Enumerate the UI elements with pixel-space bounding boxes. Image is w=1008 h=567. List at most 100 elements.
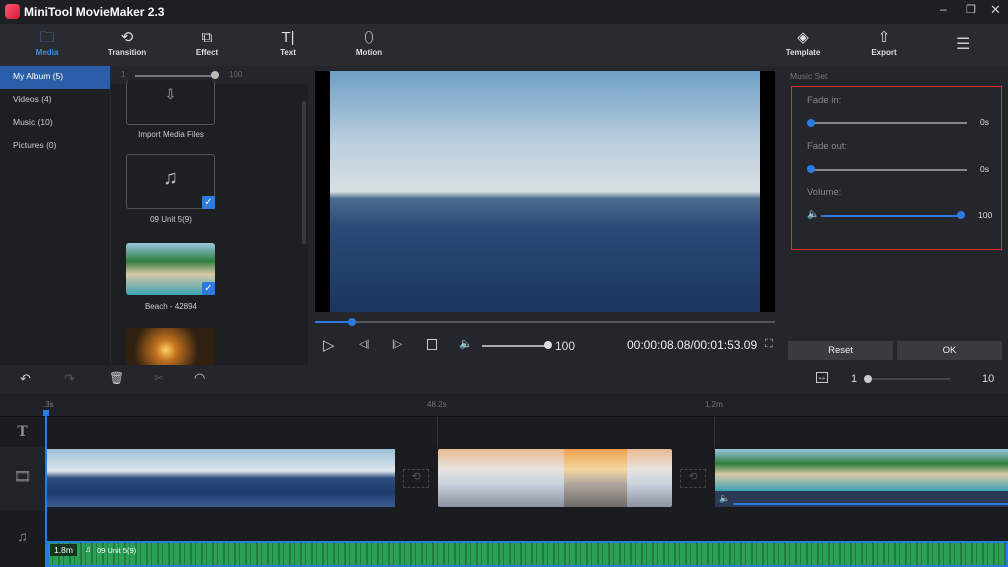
- fade-out-knob[interactable]: [807, 165, 815, 173]
- maximize-button[interactable]: ❐: [966, 3, 976, 16]
- tab-motion[interactable]: ⬯ Motion: [339, 28, 399, 57]
- main-toolbar: 🗀 Media ⟲ Transition ⧉ Effect T| Text ⬯ Motio…: [0, 24, 1008, 66]
- delete-icon[interactable]: 🗑: [109, 371, 124, 385]
- fade-out-slider[interactable]: [810, 169, 967, 171]
- effect-icon: ⧉: [201, 29, 213, 46]
- motion-icon: ⬯: [364, 29, 374, 46]
- split-icon[interactable]: ✂: [154, 371, 164, 385]
- fade-in-knob[interactable]: [807, 119, 815, 127]
- layers-icon: ◈: [797, 29, 809, 46]
- fade-in-value: 0s: [980, 117, 989, 127]
- audio-duration: 1.8m: [50, 544, 77, 556]
- timeline-zoom-max: 10: [982, 373, 995, 385]
- checked-icon: ✓: [202, 282, 215, 295]
- fullscreen-icon[interactable]: ⛶: [765, 338, 773, 351]
- media-caption: Import Media Files: [138, 130, 204, 139]
- import-folder-icon: ⇩: [164, 86, 177, 102]
- slider-knob[interactable]: [211, 71, 219, 79]
- timeline-zoom-knob[interactable]: [864, 375, 872, 383]
- volume-slider[interactable]: [482, 345, 548, 347]
- export-icon: ⇧: [877, 29, 891, 46]
- import-media-button[interactable]: ⇩: [126, 80, 215, 125]
- next-frame-button[interactable]: |▷: [392, 339, 402, 350]
- video-clip-sea[interactable]: [47, 449, 395, 507]
- sidebar-item-my-album[interactable]: My Album (5): [0, 66, 110, 89]
- progress-knob[interactable]: [348, 318, 356, 326]
- fade-in-label: Fade in:: [807, 95, 842, 106]
- fade-in-slider[interactable]: [810, 122, 967, 124]
- video-clip-clouds[interactable]: [438, 449, 672, 507]
- transition-slot[interactable]: ⟲: [403, 469, 429, 488]
- media-item-music[interactable]: ♫ ✓: [126, 154, 215, 209]
- item-count: (0): [46, 140, 57, 150]
- music-volume-value: 100: [978, 210, 993, 220]
- media-caption: Beach - 42894: [144, 302, 198, 311]
- volume-value: 100: [555, 339, 576, 353]
- template-button[interactable]: ◈ Template: [773, 28, 833, 57]
- video-clip-beach[interactable]: 🔈: [715, 449, 1008, 507]
- checked-icon: ✓: [202, 196, 215, 209]
- sidebar-item-videos[interactable]: Videos (4): [0, 89, 110, 112]
- item-count: (4): [41, 94, 52, 104]
- media-scrollbar[interactable]: [302, 101, 306, 244]
- fit-timeline-icon[interactable]: ↔: [816, 372, 828, 383]
- media-item-beach[interactable]: ✓: [126, 243, 215, 295]
- item-label: My Album: [13, 71, 51, 81]
- fade-out-value: 0s: [980, 164, 989, 174]
- tab-effect[interactable]: ⧉ Effect: [177, 28, 237, 57]
- ok-button[interactable]: OK: [897, 341, 1002, 360]
- tab-transition[interactable]: ⟲ Transition: [97, 28, 157, 57]
- close-button[interactable]: ✕: [990, 2, 1001, 18]
- music-settings-panel: Music Set Fade in: 0s Fade out: 0s Volum…: [783, 66, 1008, 365]
- redo-icon[interactable]: ↷: [64, 371, 75, 387]
- volume-icon[interactable]: 🔈: [459, 337, 473, 350]
- music-settings-box: [791, 86, 1002, 250]
- timeline-toolbar: ↶ ↷ 🗑 ✂ ◠ ↔ 1 10: [0, 365, 1008, 393]
- zoom-max-label: 100: [229, 70, 243, 79]
- timeline-zoom-slider[interactable]: [872, 378, 950, 380]
- play-button[interactable]: ▷: [323, 336, 335, 354]
- volume-knob[interactable]: [544, 341, 552, 349]
- zoom-min-label: 1: [121, 70, 126, 79]
- music-volume-knob[interactable]: [957, 211, 965, 219]
- text-track-icon: T: [17, 424, 28, 440]
- playhead-handle[interactable]: [43, 410, 49, 416]
- playback-progress-fill: [315, 321, 352, 323]
- volume-label: Volume:: [807, 187, 842, 198]
- playhead[interactable]: [45, 411, 47, 567]
- music-note-icon: ♫: [163, 167, 178, 189]
- music-track-icon: ♫: [17, 528, 28, 544]
- timeline-zoom-min: 1: [851, 373, 858, 385]
- minimize-button[interactable]: –: [940, 2, 947, 16]
- prev-frame-button[interactable]: ◁|: [359, 339, 369, 350]
- playback-progress[interactable]: [315, 321, 775, 323]
- reset-button[interactable]: Reset: [788, 341, 893, 360]
- sidebar-item-music[interactable]: Music (10): [0, 112, 110, 135]
- clip-audio-icon: 🔈: [719, 493, 731, 503]
- speed-icon[interactable]: ◠: [194, 370, 205, 386]
- undo-icon[interactable]: ↶: [20, 371, 31, 387]
- music-volume-slider[interactable]: [821, 215, 961, 217]
- tab-text[interactable]: T| Text: [258, 28, 318, 57]
- item-count: (5): [52, 71, 64, 81]
- thumbnail-size-slider[interactable]: [135, 75, 215, 77]
- media-categories: My Album (5) Videos (4) Music (10) Pictu…: [0, 66, 110, 365]
- stop-button[interactable]: [427, 339, 437, 350]
- sidebar-item-pictures[interactable]: Pictures (0): [0, 135, 110, 158]
- audio-clip[interactable]: 1.8m ♫ 09 Unit 5(9): [47, 541, 1008, 567]
- tab-media[interactable]: 🗀 Media: [17, 28, 77, 57]
- fade-out-label: Fade out:: [807, 141, 848, 152]
- export-label: Export: [871, 48, 897, 57]
- text-icon: T|: [281, 29, 295, 46]
- transition-slot[interactable]: ⟲: [680, 469, 706, 488]
- media-item-sunset[interactable]: [126, 328, 215, 365]
- export-button[interactable]: ⇧ Export: [854, 28, 914, 57]
- menu-icon[interactable]: ☰: [956, 34, 970, 54]
- item-label: Music: [13, 117, 36, 127]
- tab-label: Motion: [355, 48, 383, 57]
- media-caption: 09 Unit 5(9): [150, 215, 192, 224]
- audio-note-icon: ♫: [85, 545, 91, 554]
- app-logo-icon: [5, 4, 20, 19]
- video-preview: [315, 71, 775, 312]
- timeline-ruler[interactable]: .3s 48.2s 1.2m: [0, 393, 1008, 417]
